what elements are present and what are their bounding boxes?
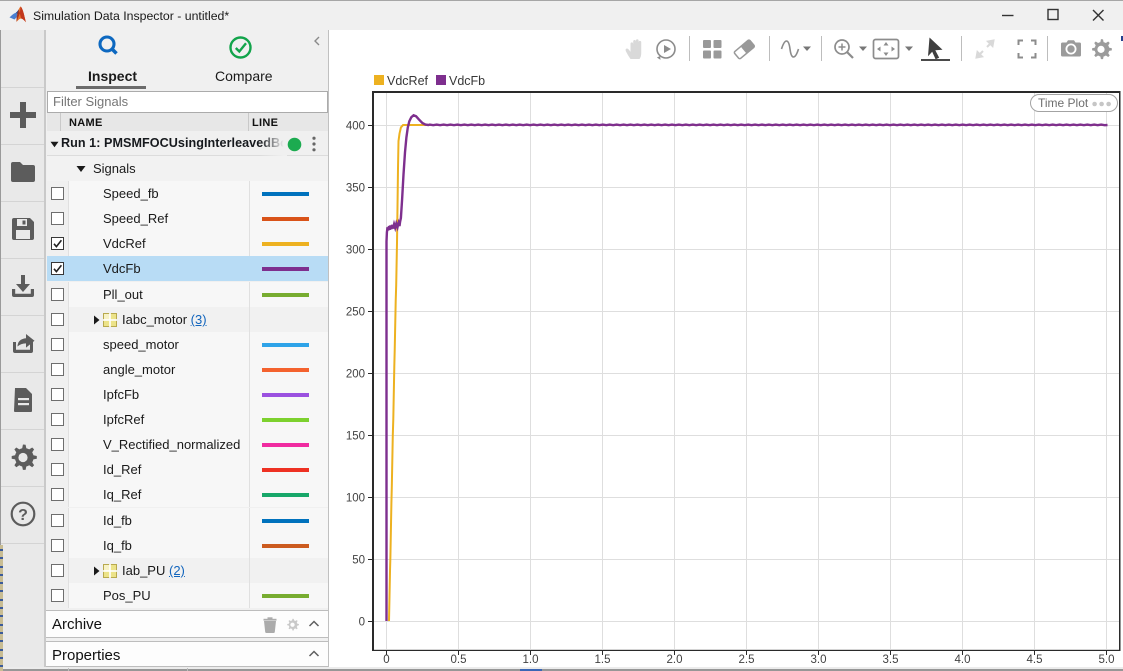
svg-text:3.5: 3.5: [883, 654, 899, 666]
svg-text:3.0: 3.0: [811, 654, 827, 666]
svg-text:250: 250: [346, 307, 365, 319]
svg-text:0: 0: [383, 654, 389, 666]
svg-text:0: 0: [359, 617, 365, 629]
svg-text:2.5: 2.5: [739, 654, 755, 666]
svg-text:50: 50: [352, 555, 365, 567]
svg-text:4.5: 4.5: [1027, 654, 1043, 666]
svg-text:200: 200: [346, 369, 365, 381]
svg-text:?: ?: [18, 507, 28, 524]
svg-text:1.5: 1.5: [595, 654, 611, 666]
svg-text:100: 100: [346, 493, 365, 505]
svg-text:150: 150: [346, 431, 365, 443]
svg-text:4.0: 4.0: [955, 654, 971, 666]
svg-text:5.0: 5.0: [1099, 654, 1115, 666]
svg-text:300: 300: [346, 245, 365, 257]
svg-text:350: 350: [346, 183, 365, 195]
svg-text:2.0: 2.0: [667, 654, 683, 666]
svg-text:400: 400: [346, 121, 365, 133]
svg-text:1.0: 1.0: [523, 654, 539, 666]
svg-text:0.5: 0.5: [451, 654, 467, 666]
